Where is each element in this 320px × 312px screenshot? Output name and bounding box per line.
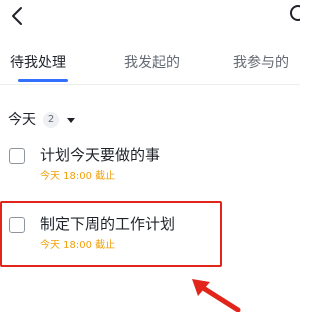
caret-down-icon[interactable] xyxy=(67,117,75,123)
task-checkbox[interactable] xyxy=(9,148,25,164)
tab-created[interactable]: 我发起的 xyxy=(124,48,180,78)
highlight-annotation-box xyxy=(0,201,222,267)
top-bar xyxy=(0,0,300,34)
partial-icon[interactable] xyxy=(286,4,300,24)
tab-participating[interactable]: 我参与的 xyxy=(233,48,289,78)
task-due-time: 今天 18:00 截止 xyxy=(40,171,116,182)
group-header-today[interactable]: 今天 2 xyxy=(8,108,75,132)
chevron-left-icon[interactable] xyxy=(8,5,28,27)
tab-divider xyxy=(0,84,300,85)
task-title: 计划今天要做的事 xyxy=(40,146,161,164)
count-badge: 2 xyxy=(43,112,59,128)
arrow-annotation-icon xyxy=(192,279,241,312)
task-item[interactable]: 计划今天要做的事 今天 18:00 截止 xyxy=(0,140,300,196)
tab-bar: 待我处理 我发起的 我参与的 xyxy=(0,48,300,82)
active-tab-indicator xyxy=(18,79,68,82)
group-title: 今天 xyxy=(8,112,36,128)
tab-pending[interactable]: 待我处理 xyxy=(10,48,66,78)
